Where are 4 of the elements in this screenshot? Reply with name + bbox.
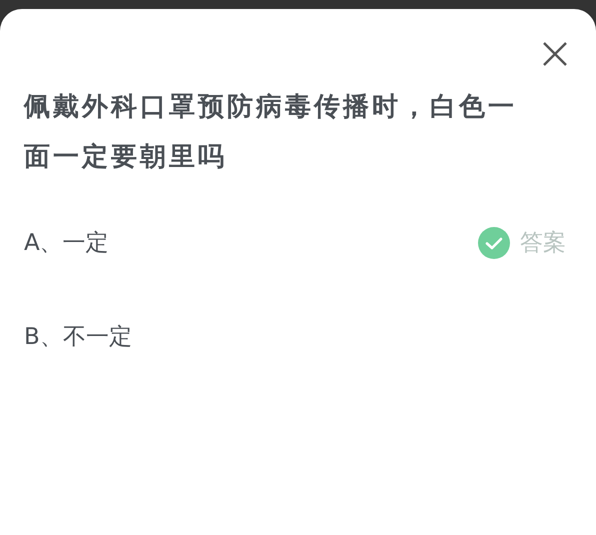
question-text: 佩戴外科口罩预防病毒传播时，白色一面一定要朝里吗 [24,91,518,174]
option-label[interactable]: A、一定 [24,226,109,260]
option-label[interactable]: B、不一定 [24,320,132,354]
answer-label: 答案 [520,228,566,258]
